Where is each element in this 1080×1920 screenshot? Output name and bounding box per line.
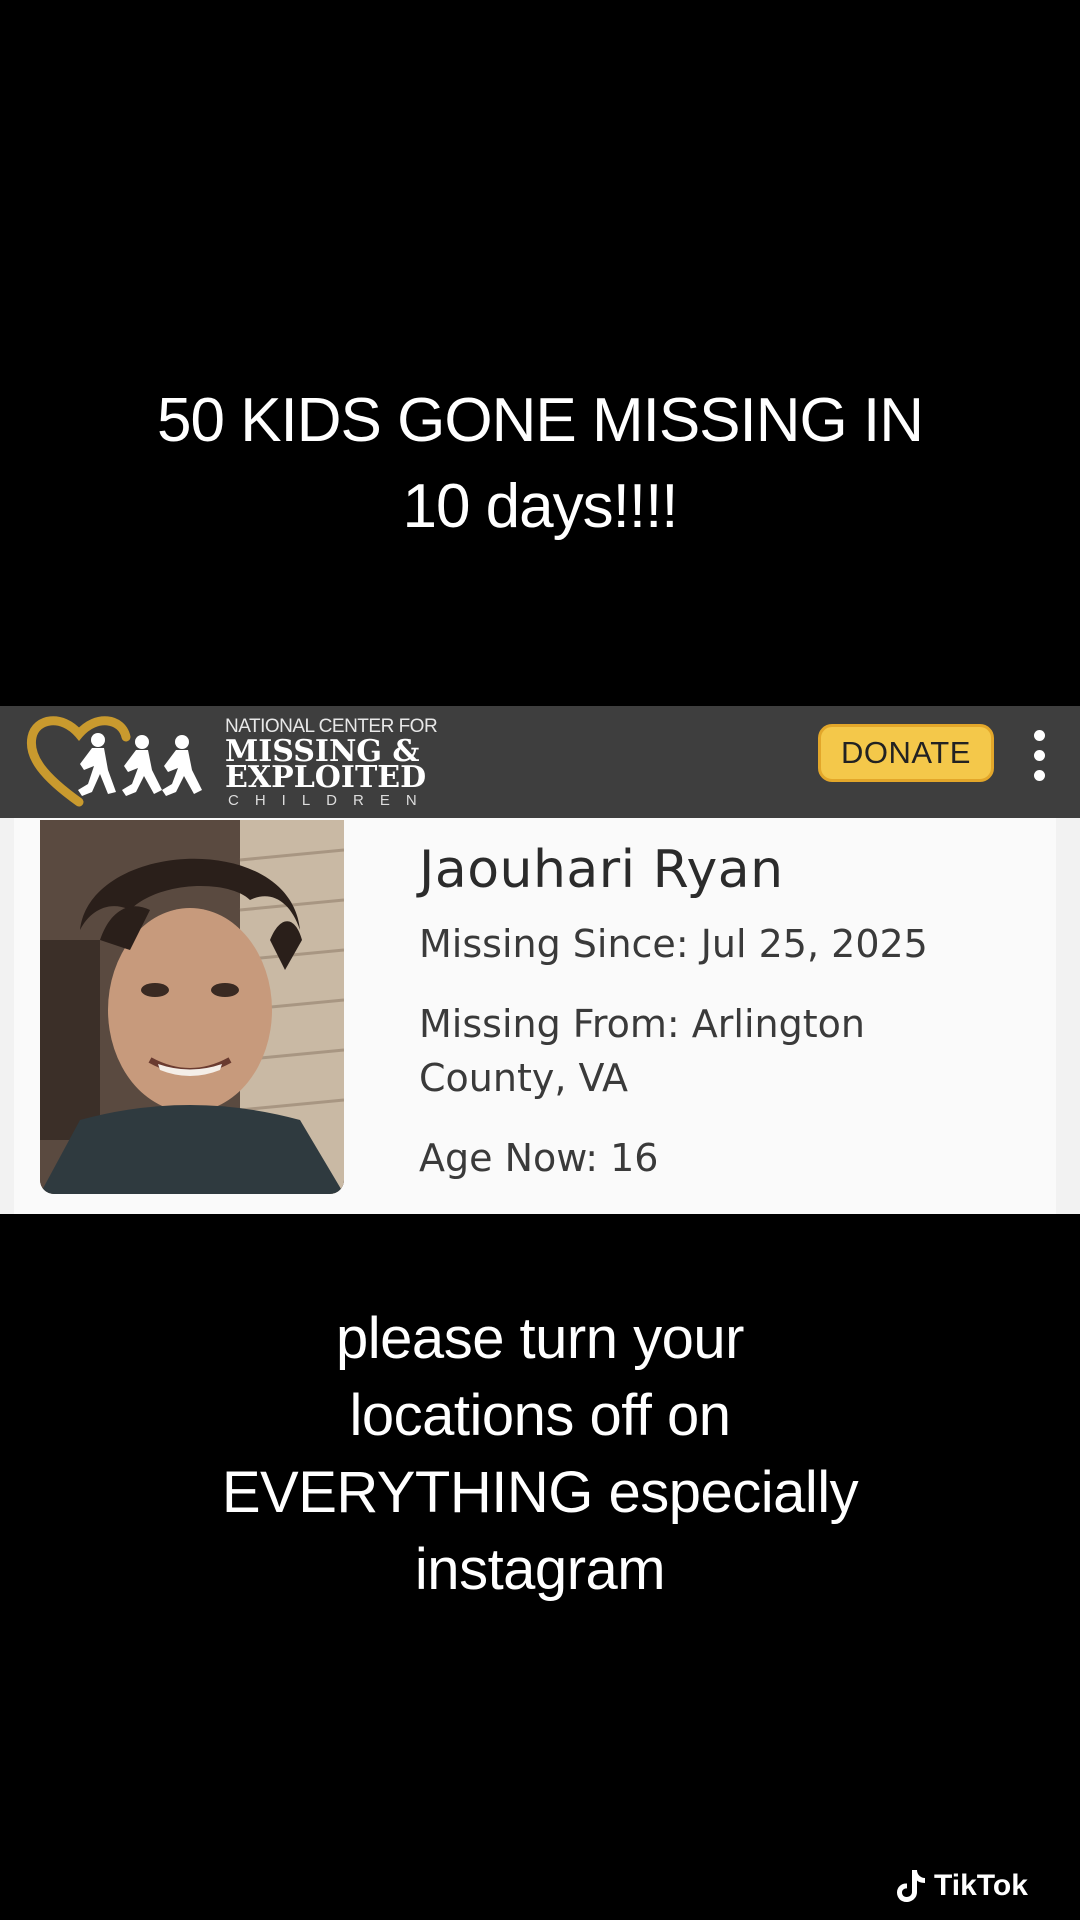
top-caption-line-1: 50 KIDS GONE MISSING IN <box>157 386 924 455</box>
bottom-caption-line-3: EVERYTHING especially <box>221 1460 859 1525</box>
profile-photo <box>40 820 344 1194</box>
running-children-icon <box>78 733 202 796</box>
tiktok-watermark: TikTok <box>896 1862 1028 1910</box>
tiktok-note-icon <box>897 1870 925 1902</box>
org-name-line-2: EXPLOITED <box>225 760 427 795</box>
bottom-caption-line-1: please turn your <box>336 1306 744 1371</box>
person-name: Jaouhari Ryan <box>419 840 784 900</box>
org-name-line-3: CHILDREN <box>228 792 433 809</box>
ncmec-header-bar: NATIONAL CENTER FOR MISSING & EXPLOITED … <box>0 706 1080 818</box>
card-body: Jaouhari Ryan Missing Since: Jul 25, 202… <box>14 818 1056 1214</box>
tiktok-label: TikTok <box>934 1869 1028 1902</box>
more-vertical-icon[interactable] <box>1028 726 1050 790</box>
donate-button[interactable]: DONATE <box>818 724 994 782</box>
bottom-caption-line-4: instagram <box>414 1537 666 1602</box>
missing-since: Missing Since: Jul 25, 2025 <box>419 922 928 966</box>
bottom-caption-line-2: locations off on <box>349 1383 731 1448</box>
missing-person-card: Jaouhari Ryan Missing Since: Jul 25, 202… <box>0 818 1080 1214</box>
age-now: Age Now: 16 <box>419 1136 659 1180</box>
missing-from-line-1: Missing From: Arlington <box>419 1002 865 1046</box>
top-caption: 50 KIDS GONE MISSING IN 10 days!!!! <box>60 378 1020 550</box>
top-caption-line-2: 10 days!!!! <box>402 472 678 541</box>
bottom-caption: please turn your locations off on EVERYT… <box>60 1300 1020 1608</box>
missing-from-line-2: County, VA <box>419 1056 629 1100</box>
